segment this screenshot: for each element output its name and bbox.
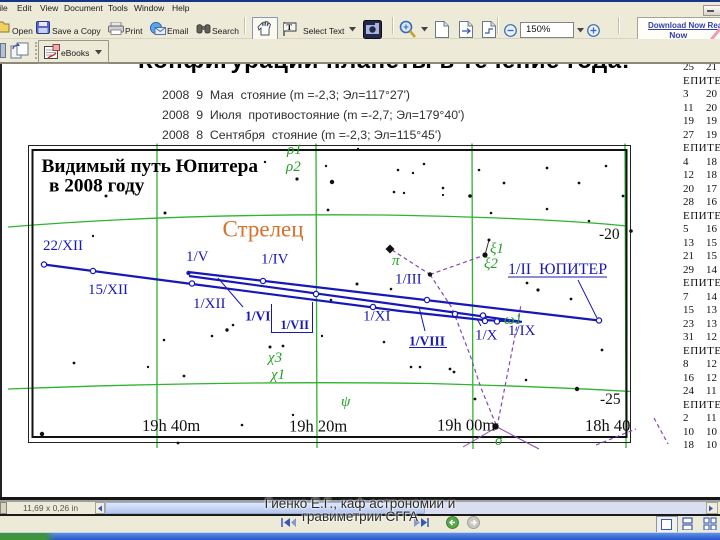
svg-text:18h 40: 18h 40 xyxy=(585,416,630,435)
svg-text:Видимый путь Юпитера: Видимый путь Юпитера xyxy=(42,156,259,177)
svg-text:1/IV: 1/IV xyxy=(261,252,289,268)
svg-text:T: T xyxy=(287,22,293,32)
svg-text:π: π xyxy=(392,253,400,269)
svg-text:Стрелец: Стрелец xyxy=(223,217,304,242)
svg-text:χ1: χ1 xyxy=(269,367,285,383)
svg-text:ρ2: ρ2 xyxy=(285,159,301,175)
svg-text:1/XII: 1/XII xyxy=(193,296,226,312)
svg-text:19h 20m: 19h 20m xyxy=(289,417,347,436)
svg-text:1/XI: 1/XI xyxy=(363,309,391,325)
svg-text:22/XII: 22/XII xyxy=(43,238,83,254)
svg-text:ψ: ψ xyxy=(341,394,351,410)
svg-text:19h 00m: 19h 00m xyxy=(437,416,495,435)
svg-text:в 2008 году: в 2008 году xyxy=(49,176,145,197)
svg-text:1/II ЮПИТЕР: 1/II ЮПИТЕР xyxy=(508,261,607,278)
svg-text:ξ2: ξ2 xyxy=(484,256,498,272)
svg-text:1/V: 1/V xyxy=(186,249,209,265)
svg-text:σ: σ xyxy=(495,433,503,449)
svg-text:-20: -20 xyxy=(599,226,620,243)
svg-text:ω1: ω1 xyxy=(504,312,522,328)
svg-text:ρ1: ρ1 xyxy=(286,142,302,158)
svg-text:15/XII: 15/XII xyxy=(88,282,128,298)
svg-text:19h 40m: 19h 40m xyxy=(142,416,200,435)
svg-text:-25: -25 xyxy=(600,391,621,408)
svg-text:1/X: 1/X xyxy=(475,328,498,344)
svg-text:ξ1: ξ1 xyxy=(490,241,504,257)
svg-text:1/VII: 1/VII xyxy=(281,318,310,332)
svg-text:1/III: 1/III xyxy=(395,272,422,288)
svg-text:χ3: χ3 xyxy=(266,350,282,366)
svg-text:1/VIII: 1/VIII xyxy=(409,334,445,349)
svg-text:1/VI: 1/VI xyxy=(245,309,271,324)
